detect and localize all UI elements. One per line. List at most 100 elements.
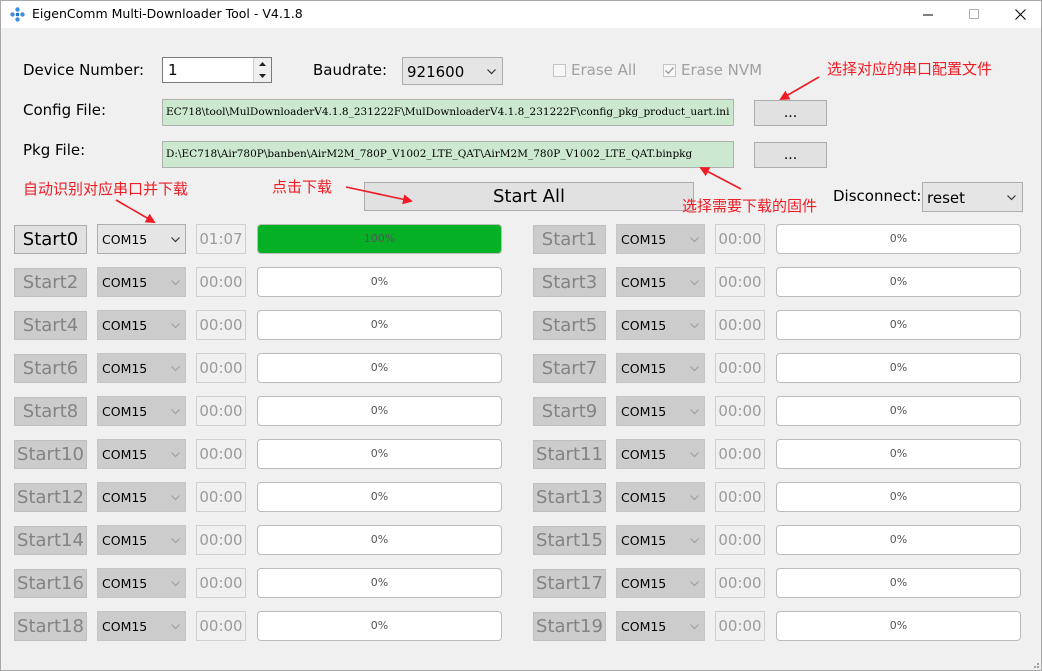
com-port-select-9[interactable]: COM15 bbox=[616, 396, 705, 426]
start-button-4[interactable]: Start4 bbox=[14, 311, 87, 340]
pkg-file-path[interactable]: D:\EC718\Air780P\banben\AirM2M_780P_V100… bbox=[162, 141, 734, 168]
com-port-select-7[interactable]: COM15 bbox=[616, 353, 705, 383]
chevron-down-icon bbox=[690, 452, 699, 458]
com-port-value: COM15 bbox=[621, 490, 667, 505]
progress-bar-9: 0% bbox=[776, 396, 1021, 426]
start-button-9[interactable]: Start9 bbox=[533, 397, 606, 426]
start-button-11[interactable]: Start11 bbox=[533, 440, 606, 469]
com-port-select-8[interactable]: COM15 bbox=[97, 396, 186, 426]
spinner-down-button[interactable] bbox=[254, 70, 271, 82]
resize-grip-icon[interactable] bbox=[1030, 659, 1040, 669]
com-port-select-17[interactable]: COM15 bbox=[616, 568, 705, 598]
chevron-down-icon bbox=[690, 538, 699, 544]
chevron-down-icon bbox=[171, 280, 180, 286]
pkg-file-label: Pkg File: bbox=[23, 141, 86, 159]
progress-bar-12: 0% bbox=[257, 482, 502, 512]
start-button-18[interactable]: Start18 bbox=[14, 612, 87, 641]
baudrate-select[interactable]: 921600 bbox=[402, 57, 503, 85]
progress-text: 0% bbox=[370, 318, 389, 331]
erase-all-checkbox[interactable] bbox=[553, 64, 566, 77]
com-port-select-6[interactable]: COM15 bbox=[97, 353, 186, 383]
progress-bar-18: 0% bbox=[257, 611, 502, 641]
elapsed-time-2: 00:00 bbox=[196, 267, 246, 297]
progress-text: 0% bbox=[889, 404, 908, 417]
browse-pkg-button[interactable]: ... bbox=[754, 142, 827, 168]
annotation-select-config: 选择对应的串口配置文件 bbox=[827, 60, 993, 78]
com-port-select-14[interactable]: COM15 bbox=[97, 525, 186, 555]
start-button-10[interactable]: Start10 bbox=[14, 440, 87, 469]
start-button-7[interactable]: Start7 bbox=[533, 354, 606, 383]
com-port-select-13[interactable]: COM15 bbox=[616, 482, 705, 512]
progress-text: 0% bbox=[370, 533, 389, 546]
com-port-select-18[interactable]: COM15 bbox=[97, 611, 186, 641]
com-port-select-12[interactable]: COM15 bbox=[97, 482, 186, 512]
start-button-6[interactable]: Start6 bbox=[14, 354, 87, 383]
start-button-5[interactable]: Start5 bbox=[533, 311, 606, 340]
start-button-1[interactable]: Start1 bbox=[533, 225, 606, 254]
elapsed-time-1: 00:00 bbox=[715, 224, 765, 254]
com-port-select-10[interactable]: COM15 bbox=[97, 439, 186, 469]
com-port-value: COM15 bbox=[102, 447, 148, 462]
browse-config-button[interactable]: ... bbox=[754, 100, 827, 126]
start-button-2[interactable]: Start2 bbox=[14, 268, 87, 297]
start-all-button[interactable]: Start All bbox=[364, 182, 694, 211]
arrow-down-icon bbox=[259, 74, 266, 78]
progress-bar-10: 0% bbox=[257, 439, 502, 469]
config-file-path[interactable]: EC718\tool\MulDownloaderV4.1.8_231222F\M… bbox=[162, 99, 734, 126]
progress-bar-13: 0% bbox=[776, 482, 1021, 512]
progress-bar-4: 0% bbox=[257, 310, 502, 340]
progress-text: 0% bbox=[889, 576, 908, 589]
chevron-down-icon bbox=[487, 69, 496, 75]
start-button-8[interactable]: Start8 bbox=[14, 397, 87, 426]
start-button-0[interactable]: Start0 bbox=[14, 225, 87, 254]
main-window: EigenComm Multi-Downloader Tool - V4.1.8… bbox=[0, 0, 1042, 671]
elapsed-time-6: 00:00 bbox=[196, 353, 246, 383]
erase-nvm-checkbox[interactable] bbox=[663, 64, 676, 77]
com-port-select-3[interactable]: COM15 bbox=[616, 267, 705, 297]
start-button-16[interactable]: Start16 bbox=[14, 569, 87, 598]
arrow-to-com-select bbox=[115, 199, 156, 224]
disconnect-select[interactable]: reset bbox=[922, 182, 1023, 212]
progress-bar-15: 0% bbox=[776, 525, 1021, 555]
com-port-select-4[interactable]: COM15 bbox=[97, 310, 186, 340]
device-number-value[interactable]: 1 bbox=[168, 61, 178, 79]
com-port-value: COM15 bbox=[102, 619, 148, 634]
arrow-to-config-browse bbox=[779, 76, 820, 101]
com-port-select-0[interactable]: COM15 bbox=[97, 224, 186, 254]
progress-bar-11: 0% bbox=[776, 439, 1021, 469]
device-number-spinner[interactable]: 1 bbox=[162, 57, 272, 83]
elapsed-time-17: 00:00 bbox=[715, 568, 765, 598]
progress-bar-8: 0% bbox=[257, 396, 502, 426]
com-port-select-5[interactable]: COM15 bbox=[616, 310, 705, 340]
title-bar[interactable]: EigenComm Multi-Downloader Tool - V4.1.8 bbox=[1, 1, 1041, 28]
start-button-19[interactable]: Start19 bbox=[533, 612, 606, 641]
elapsed-time-8: 00:00 bbox=[196, 396, 246, 426]
elapsed-time-19: 00:00 bbox=[715, 611, 765, 641]
device-number-label: Device Number: bbox=[23, 61, 145, 79]
com-port-select-11[interactable]: COM15 bbox=[616, 439, 705, 469]
com-port-value: COM15 bbox=[102, 232, 148, 247]
elapsed-time-16: 00:00 bbox=[196, 568, 246, 598]
com-port-select-19[interactable]: COM15 bbox=[616, 611, 705, 641]
minimize-button[interactable] bbox=[905, 1, 951, 28]
start-button-17[interactable]: Start17 bbox=[533, 569, 606, 598]
window-title: EigenComm Multi-Downloader Tool - V4.1.8 bbox=[32, 6, 303, 21]
com-port-select-15[interactable]: COM15 bbox=[616, 525, 705, 555]
com-port-select-16[interactable]: COM15 bbox=[97, 568, 186, 598]
maximize-button[interactable] bbox=[951, 1, 997, 28]
start-button-12[interactable]: Start12 bbox=[14, 483, 87, 512]
start-button-13[interactable]: Start13 bbox=[533, 483, 606, 512]
close-button[interactable] bbox=[997, 1, 1042, 28]
com-port-select-1[interactable]: COM15 bbox=[616, 224, 705, 254]
start-button-14[interactable]: Start14 bbox=[14, 526, 87, 555]
arrow-to-pkg-file bbox=[699, 167, 742, 190]
minimize-icon bbox=[922, 14, 933, 16]
elapsed-time-13: 00:00 bbox=[715, 482, 765, 512]
chevron-down-icon bbox=[690, 237, 699, 243]
com-port-select-2[interactable]: COM15 bbox=[97, 267, 186, 297]
elapsed-time-14: 00:00 bbox=[196, 525, 246, 555]
chevron-down-icon bbox=[171, 366, 180, 372]
start-button-3[interactable]: Start3 bbox=[533, 268, 606, 297]
start-button-15[interactable]: Start15 bbox=[533, 526, 606, 555]
chevron-down-icon bbox=[171, 495, 180, 501]
